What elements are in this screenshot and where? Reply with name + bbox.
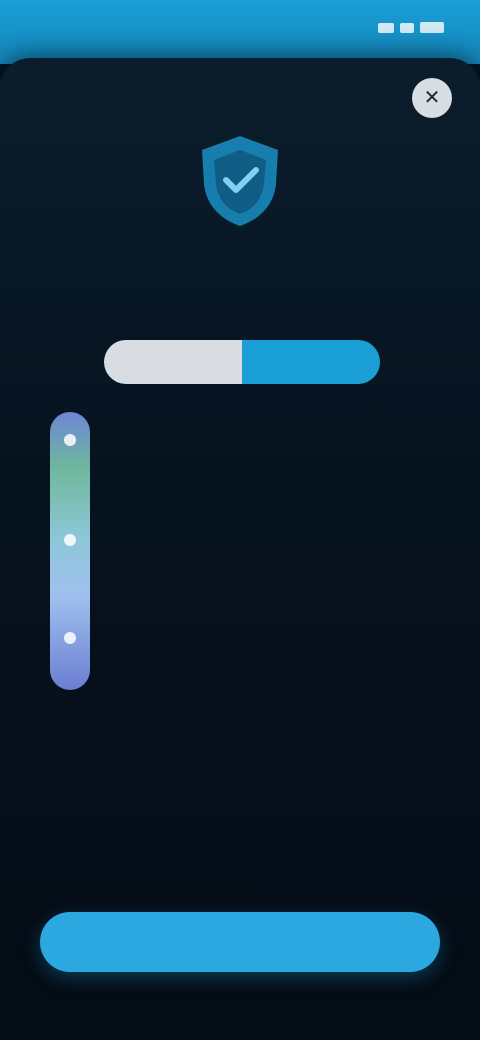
- timeline-step: [112, 526, 422, 534]
- timeline-step: [112, 426, 422, 434]
- primary-cta-button[interactable]: [40, 912, 440, 972]
- timeline-dot: [64, 534, 76, 546]
- toggle-option-right[interactable]: [242, 340, 380, 384]
- timeline-dot: [64, 434, 76, 446]
- wifi-icon: [400, 22, 414, 33]
- status-bar: [0, 0, 480, 64]
- shield-icon: [202, 136, 278, 226]
- timeline-step: [112, 624, 422, 632]
- timeline-bar: [50, 412, 90, 690]
- toggle-option-left[interactable]: [104, 340, 242, 384]
- battery-icon: [420, 22, 444, 33]
- signal-icon: [378, 22, 394, 33]
- plan-toggle: [104, 340, 380, 384]
- close-icon: ✕: [423, 87, 441, 109]
- timeline-dot: [64, 632, 76, 644]
- close-button[interactable]: ✕: [412, 78, 452, 118]
- status-icons: [378, 22, 444, 33]
